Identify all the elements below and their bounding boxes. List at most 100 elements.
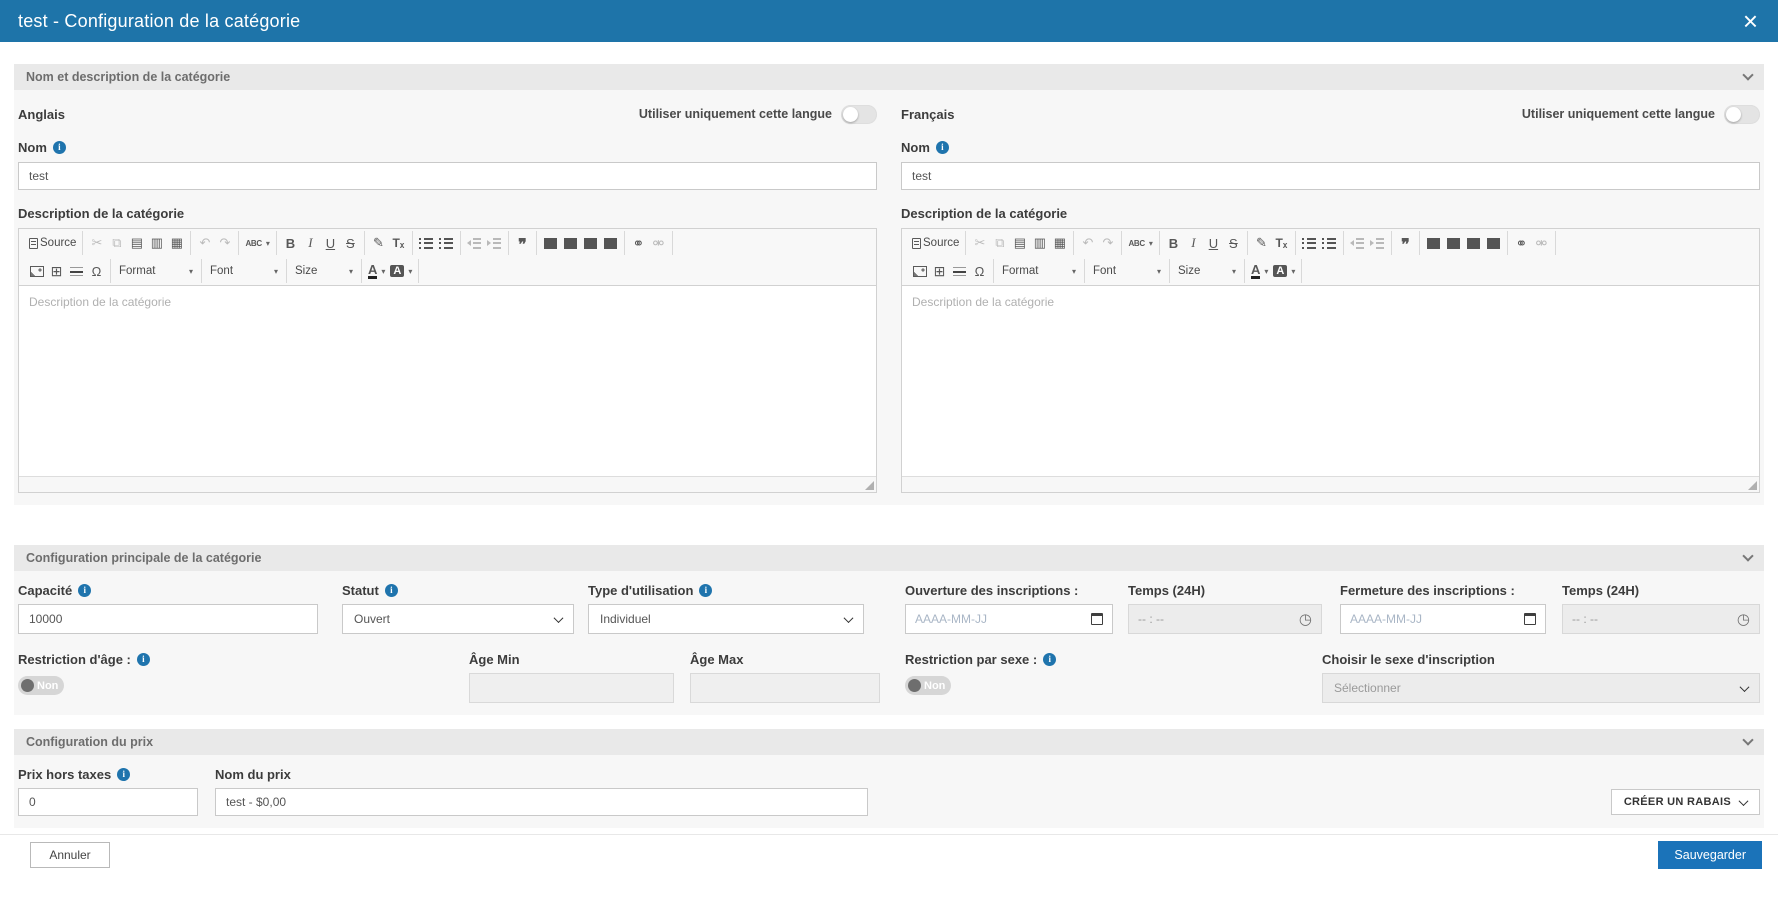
blockquote-icon[interactable]: ❞ bbox=[1397, 233, 1414, 254]
special-character-icon[interactable]: Ω bbox=[88, 261, 105, 281]
bulleted-list-icon[interactable] bbox=[1321, 233, 1338, 253]
sex-restriction-toggle[interactable]: Non bbox=[905, 676, 951, 695]
blockquote-icon[interactable]: ❞ bbox=[514, 233, 531, 254]
source-button[interactable]: Source bbox=[28, 233, 77, 253]
format-dropdown[interactable]: Format ▾ bbox=[116, 265, 196, 277]
remove-format-icon[interactable]: Tₓ bbox=[1273, 233, 1290, 253]
horizontal-line-icon[interactable] bbox=[68, 261, 85, 281]
background-color-icon[interactable]: A ▾ bbox=[1272, 261, 1296, 281]
link-icon[interactable]: ⚭ bbox=[1513, 233, 1530, 253]
price-input[interactable] bbox=[18, 788, 198, 816]
align-left-icon[interactable] bbox=[542, 233, 559, 253]
only-language-toggle[interactable] bbox=[1724, 104, 1760, 124]
only-language-toggle[interactable] bbox=[841, 104, 877, 124]
info-icon[interactable]: i bbox=[699, 583, 713, 597]
section-main-configuration-header[interactable]: Configuration principale de la catégorie bbox=[14, 545, 1764, 571]
name-input-english[interactable] bbox=[18, 162, 877, 190]
justify-icon[interactable] bbox=[1485, 233, 1502, 253]
table-icon[interactable]: ⊞ bbox=[931, 261, 948, 281]
table-icon[interactable]: ⊞ bbox=[48, 261, 65, 281]
chevron-down-icon[interactable] bbox=[1742, 550, 1754, 562]
font-dropdown[interactable]: Font ▾ bbox=[1090, 265, 1164, 277]
underline-icon[interactable]: U bbox=[1205, 233, 1222, 253]
price-label: Prix hors taxes bbox=[18, 766, 112, 782]
age-restriction-toggle[interactable]: Non bbox=[18, 676, 64, 695]
cancel-button[interactable]: Annuler bbox=[30, 842, 110, 868]
numbered-list-icon[interactable] bbox=[1301, 233, 1318, 253]
align-center-icon[interactable] bbox=[1445, 233, 1462, 253]
section-name-description-header[interactable]: Nom et description de la catégorie bbox=[14, 64, 1764, 90]
editor-footer bbox=[19, 476, 876, 492]
status-select[interactable]: Ouvert bbox=[342, 604, 574, 634]
background-color-icon[interactable]: A ▾ bbox=[389, 261, 413, 281]
info-icon[interactable]: i bbox=[384, 583, 398, 597]
open-time-label: Temps (24H) bbox=[1128, 582, 1206, 598]
font-dropdown[interactable]: Font ▾ bbox=[207, 265, 281, 277]
copy-formatting-icon[interactable]: ✎ bbox=[1253, 233, 1270, 253]
strikethrough-icon[interactable]: S bbox=[1225, 233, 1242, 253]
info-icon[interactable]: i bbox=[117, 767, 131, 781]
info-icon[interactable]: i bbox=[78, 583, 92, 597]
bold-icon[interactable]: B bbox=[282, 233, 299, 253]
text-color-icon[interactable]: A ▾ bbox=[1250, 261, 1269, 281]
align-right-icon[interactable] bbox=[582, 233, 599, 253]
image-icon[interactable] bbox=[28, 261, 45, 281]
underline-icon[interactable]: U bbox=[322, 233, 339, 253]
close-icon[interactable]: × bbox=[1743, 8, 1758, 34]
paste-plain-text-icon[interactable]: ▥ bbox=[1031, 233, 1048, 253]
name-input-french[interactable] bbox=[901, 162, 1760, 190]
image-icon[interactable] bbox=[911, 261, 928, 281]
open-date-input[interactable] bbox=[915, 612, 1091, 626]
info-icon[interactable]: i bbox=[1043, 652, 1057, 666]
close-date-input[interactable] bbox=[1350, 612, 1524, 626]
italic-icon[interactable]: I bbox=[1185, 233, 1202, 253]
spell-check-icon[interactable]: ABC ▾ bbox=[244, 233, 270, 253]
italic-icon[interactable]: I bbox=[302, 233, 319, 253]
language-column-english: Anglais Utiliser uniquement cette langue… bbox=[18, 100, 877, 493]
copy-formatting-icon[interactable]: ✎ bbox=[370, 233, 387, 253]
create-discount-button[interactable]: CRÉER UN RABAIS bbox=[1610, 789, 1760, 815]
special-character-icon[interactable]: Ω bbox=[971, 261, 988, 281]
calendar-icon[interactable] bbox=[1091, 613, 1103, 625]
section-price-configuration-header[interactable]: Configuration du prix bbox=[14, 729, 1764, 755]
format-dropdown[interactable]: Format ▾ bbox=[999, 265, 1079, 277]
paste-icon[interactable]: ▤ bbox=[1011, 233, 1028, 253]
resize-handle-icon[interactable] bbox=[865, 481, 874, 490]
info-icon[interactable]: i bbox=[136, 652, 150, 666]
paste-from-word-icon[interactable]: ▦ bbox=[1051, 233, 1068, 253]
bold-icon[interactable]: B bbox=[1165, 233, 1182, 253]
info-icon[interactable]: i bbox=[935, 140, 949, 154]
remove-format-icon[interactable]: Tₓ bbox=[390, 233, 407, 253]
chevron-down-icon[interactable] bbox=[1742, 734, 1754, 746]
size-dropdown[interactable]: Size ▾ bbox=[1175, 265, 1239, 277]
justify-icon[interactable] bbox=[602, 233, 619, 253]
info-icon[interactable]: i bbox=[52, 140, 66, 154]
status-label: Statut bbox=[342, 582, 379, 598]
price-name-input[interactable] bbox=[215, 788, 868, 816]
rich-text-area[interactable]: Description de la catégorie bbox=[902, 286, 1759, 476]
capacity-input[interactable] bbox=[18, 604, 318, 634]
calendar-icon[interactable] bbox=[1524, 613, 1536, 625]
source-button[interactable]: Source bbox=[911, 233, 960, 253]
open-time-field: -- : -- ◷ bbox=[1128, 604, 1322, 634]
paste-plain-text-icon[interactable]: ▥ bbox=[148, 233, 165, 253]
horizontal-line-icon[interactable] bbox=[951, 261, 968, 281]
rich-text-area[interactable]: Description de la catégorie bbox=[19, 286, 876, 476]
save-button[interactable]: Sauvegarder bbox=[1658, 841, 1762, 869]
align-right-icon[interactable] bbox=[1465, 233, 1482, 253]
paste-icon[interactable]: ▤ bbox=[128, 233, 145, 253]
resize-handle-icon[interactable] bbox=[1748, 481, 1757, 490]
link-icon[interactable]: ⚭ bbox=[630, 233, 647, 253]
size-dropdown[interactable]: Size ▾ bbox=[292, 265, 356, 277]
text-color-icon[interactable]: A ▾ bbox=[367, 261, 386, 281]
align-center-icon[interactable] bbox=[562, 233, 579, 253]
align-left-icon[interactable] bbox=[1425, 233, 1442, 253]
chevron-down-icon[interactable] bbox=[1742, 69, 1754, 81]
strikethrough-icon[interactable]: S bbox=[342, 233, 359, 253]
spell-check-icon[interactable]: ABC ▾ bbox=[1127, 233, 1153, 253]
toggle-knob bbox=[908, 679, 921, 692]
usage-type-select[interactable]: Individuel bbox=[588, 604, 864, 634]
numbered-list-icon[interactable] bbox=[418, 233, 435, 253]
bulleted-list-icon[interactable] bbox=[438, 233, 455, 253]
paste-from-word-icon[interactable]: ▦ bbox=[168, 233, 185, 253]
